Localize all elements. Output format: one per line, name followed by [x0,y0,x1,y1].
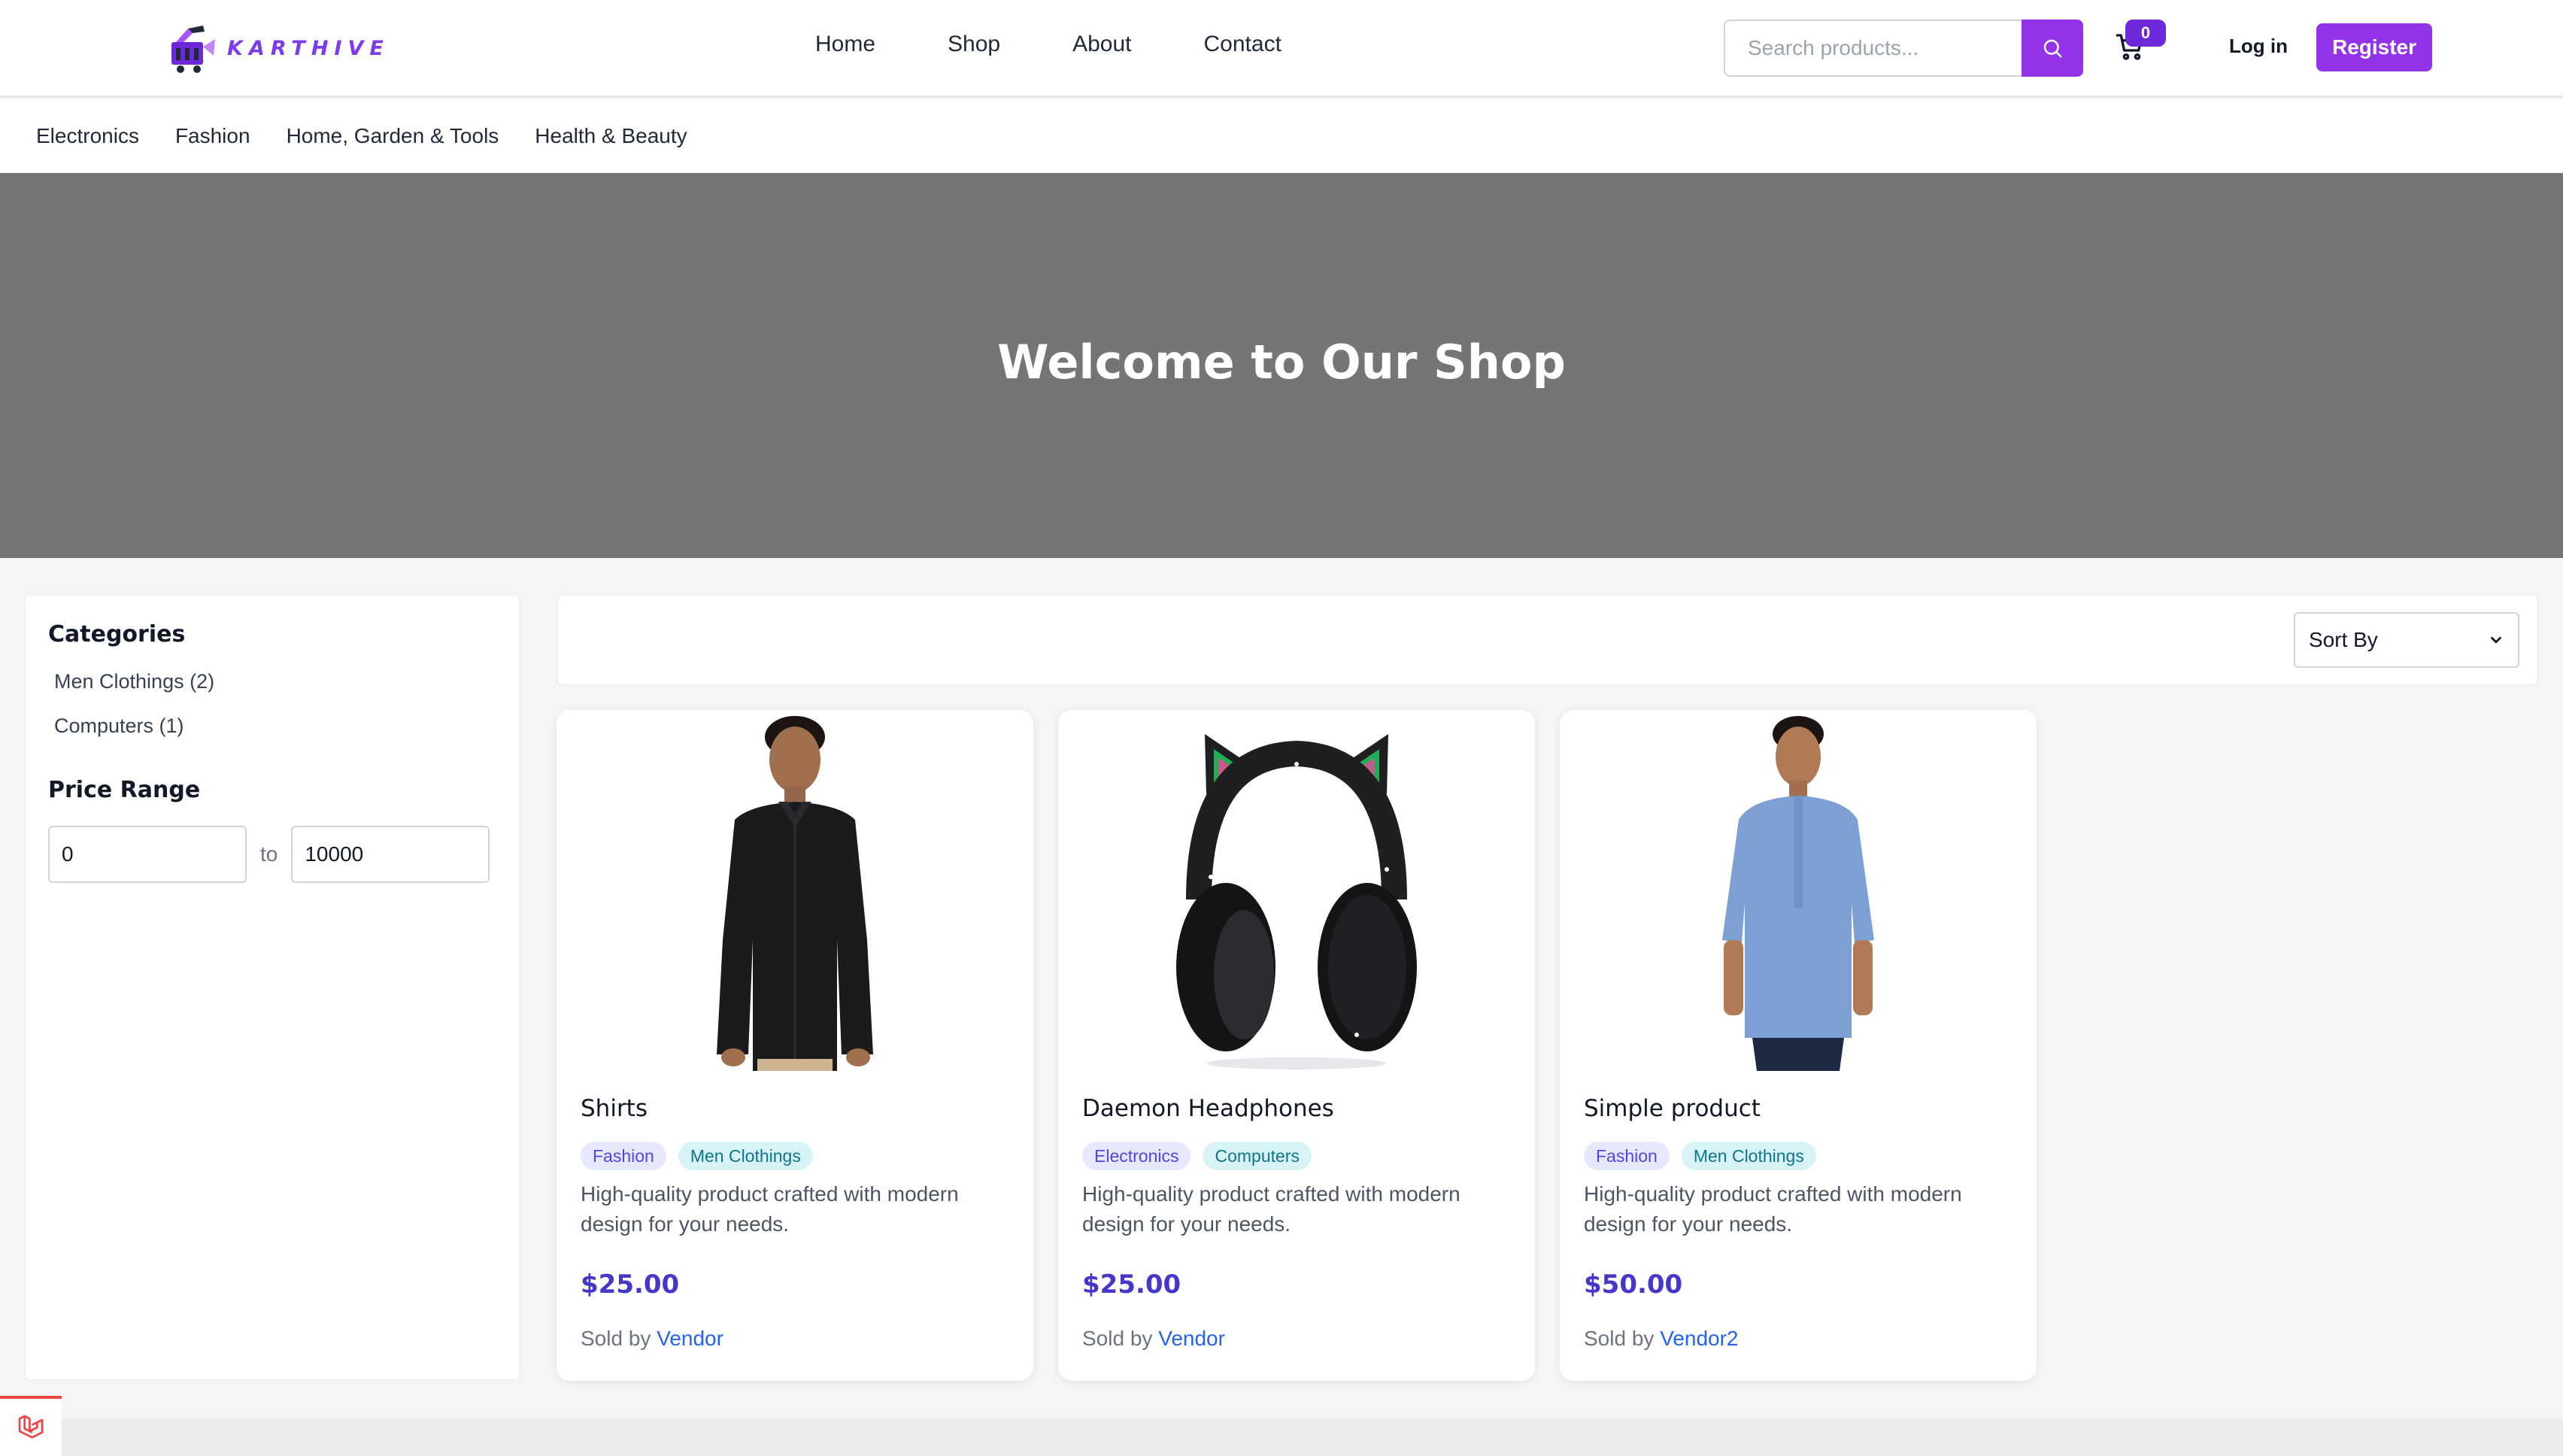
product-price: $50.00 [1584,1269,1683,1300]
category-link-health-beauty[interactable]: Health & Beauty [535,124,687,148]
category-link-electronics[interactable]: Electronics [36,124,139,148]
product-tags: Fashion Men Clothings [581,1142,825,1170]
sort-select[interactable]: Sort By [2294,612,2519,668]
product-price: $25.00 [581,1269,680,1300]
nav-home[interactable]: Home [815,32,875,57]
hero-title: Welcome to Our Shop [997,334,1566,390]
product-name[interactable]: Simple product [1584,1095,1761,1122]
product-tag: Men Clothings [1681,1142,1816,1170]
product-card[interactable]: Shirts Fashion Men Clothings High-qualit… [557,710,1033,1381]
product-price: $25.00 [1082,1269,1181,1300]
category-link-home-garden-tools[interactable]: Home, Garden & Tools [287,124,499,148]
product-tag: Men Clothings [678,1142,813,1170]
nav-shop[interactable]: Shop [948,32,1000,57]
product-name[interactable]: Daemon Headphones [1082,1095,1334,1122]
top-header: KARTHIVE Home Shop About Contact 0 Log i… [0,0,2563,98]
price-range-heading: Price Range [48,777,201,803]
product-card[interactable]: Daemon Headphones Electronics Computers … [1058,710,1535,1381]
product-tags: Electronics Computers [1082,1142,1324,1170]
laravel-icon [18,1415,44,1439]
product-seller: Sold by Vendor [581,1327,723,1351]
hero-banner: Welcome to Our Shop [0,173,2563,558]
product-description: High-quality product crafted with modern… [1082,1182,1460,1236]
price-min-input[interactable] [48,826,247,883]
category-filter-list: Men Clothings (2) Computers (1) [54,670,496,738]
footer-strip [0,1418,2563,1456]
price-range-row: to [48,826,496,883]
category-link-fashion[interactable]: Fashion [175,124,250,148]
vendor-link[interactable]: Vendor [1158,1327,1225,1350]
sold-by-label: Sold by [1082,1327,1153,1350]
register-button[interactable]: Register [2316,23,2432,71]
product-tag: Computers [1203,1142,1312,1170]
kurta-model-image [1722,716,1874,1071]
filter-sidebar: Categories Men Clothings (2) Computers (… [24,594,520,1381]
category-filter-men-clothings[interactable]: Men Clothings (2) [54,670,496,693]
vendor-link[interactable]: Vendor2 [1660,1327,1738,1350]
categories-heading: Categories [48,621,186,648]
search-bar [1724,20,2083,77]
product-tags: Fashion Men Clothings [1584,1142,1828,1170]
search-input[interactable] [1724,20,2022,77]
chevron-down-icon [2491,636,2501,644]
vendor-link[interactable]: Vendor [657,1327,723,1350]
sold-by-label: Sold by [1584,1327,1655,1350]
login-link[interactable]: Log in [2229,35,2288,58]
laravel-debug-tab[interactable] [0,1396,62,1456]
sort-select-label: Sort By [2309,628,2378,651]
product-description: High-quality product crafted with modern… [1584,1182,1962,1236]
logo-text: KARTHIVE [227,36,390,60]
price-to-label: to [260,842,278,866]
main-nav: Home Shop About Contact [815,32,1354,57]
nav-about[interactable]: About [1072,32,1131,57]
sold-by-label: Sold by [581,1327,651,1350]
product-name[interactable]: Shirts [581,1095,648,1122]
logo[interactable]: KARTHIVE [165,20,390,77]
product-toolbar: Sort By [557,594,2539,686]
product-card[interactable]: Simple product Fashion Men Clothings Hig… [1560,710,2037,1381]
product-tag: Fashion [1584,1142,1670,1170]
product-description: High-quality product crafted with modern… [581,1182,959,1236]
product-tag: Fashion [581,1142,666,1170]
logo-icon [171,26,215,73]
nav-contact[interactable]: Contact [1204,32,1282,57]
search-icon [2043,39,2062,58]
search-button[interactable] [2022,20,2083,77]
product-image[interactable] [1058,710,1535,1071]
headphones-image [1176,734,1417,1069]
product-seller: Sold by Vendor2 [1584,1327,1739,1351]
product-tag: Electronics [1082,1142,1191,1170]
category-bar: Electronics Fashion Home, Garden & Tools… [0,99,2563,173]
price-max-input[interactable] [291,826,490,883]
cart-count-badge: 0 [2125,20,2166,47]
product-seller: Sold by Vendor [1082,1327,1225,1351]
category-filter-computers[interactable]: Computers (1) [54,714,496,738]
product-image[interactable] [557,710,1033,1071]
shirt-model-image [717,716,873,1071]
product-image[interactable] [1560,710,2037,1071]
